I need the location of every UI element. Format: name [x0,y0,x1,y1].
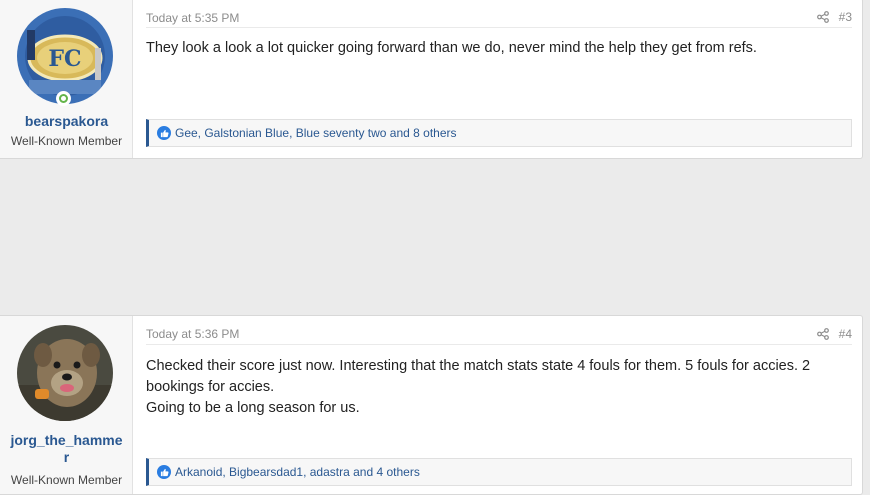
username-line[interactable]: jorg_the_hamme [0,432,133,449]
avatar[interactable] [17,325,113,421]
message-line: bookings for accies. [146,379,275,395]
post-message: Checked their score just now. Interestin… [146,356,846,419]
username-line[interactable]: r [0,449,133,466]
username[interactable]: bearspakora [0,113,133,130]
online-status-icon [56,91,71,106]
user-cell: jorg_the_hamme r Well-Known Member [0,316,133,494]
share-icon[interactable] [816,11,829,23]
username[interactable]: jorg_the_hamme r [0,432,133,466]
post-date[interactable]: Today at 5:35 PM [146,11,239,25]
user-title: Well-Known Member [10,473,123,487]
like-icon [157,126,171,140]
like-icon [157,465,171,479]
post-date[interactable]: Today at 5:36 PM [146,327,239,341]
divider [146,27,852,28]
share-icon[interactable] [816,328,829,340]
reactions-list[interactable]: Gee, Galstonian Blue, Blue seventy two a… [175,126,457,140]
user-title: Well-Known Member [10,134,123,148]
reactions-bar[interactable]: Gee, Galstonian Blue, Blue seventy two a… [146,119,852,147]
post-number-link[interactable]: #4 [839,327,852,341]
post-message: They look a look a lot quicker going for… [146,38,846,59]
post-actions: #4 [816,327,852,341]
message-line: Checked their score just now. Interestin… [146,358,811,374]
message-line: Going to be a long season for us. [146,400,360,416]
message-line: They look a look a lot quicker going for… [146,40,757,56]
reactions-list[interactable]: Arkanoid, Bigbearsdad1, adastra and 4 ot… [175,465,420,479]
divider [146,344,852,345]
avatar[interactable]: FC [17,8,113,104]
svg-text:FC: FC [48,46,81,72]
post-4: jorg_the_hamme r Well-Known Member Today… [0,315,863,495]
post-actions: #3 [816,10,852,24]
post-number-link[interactable]: #3 [839,10,852,24]
user-cell: FC bearspakora Well-Known Member [0,0,133,158]
post-3: FC bearspakora Well-Known Member Today a… [0,0,863,159]
